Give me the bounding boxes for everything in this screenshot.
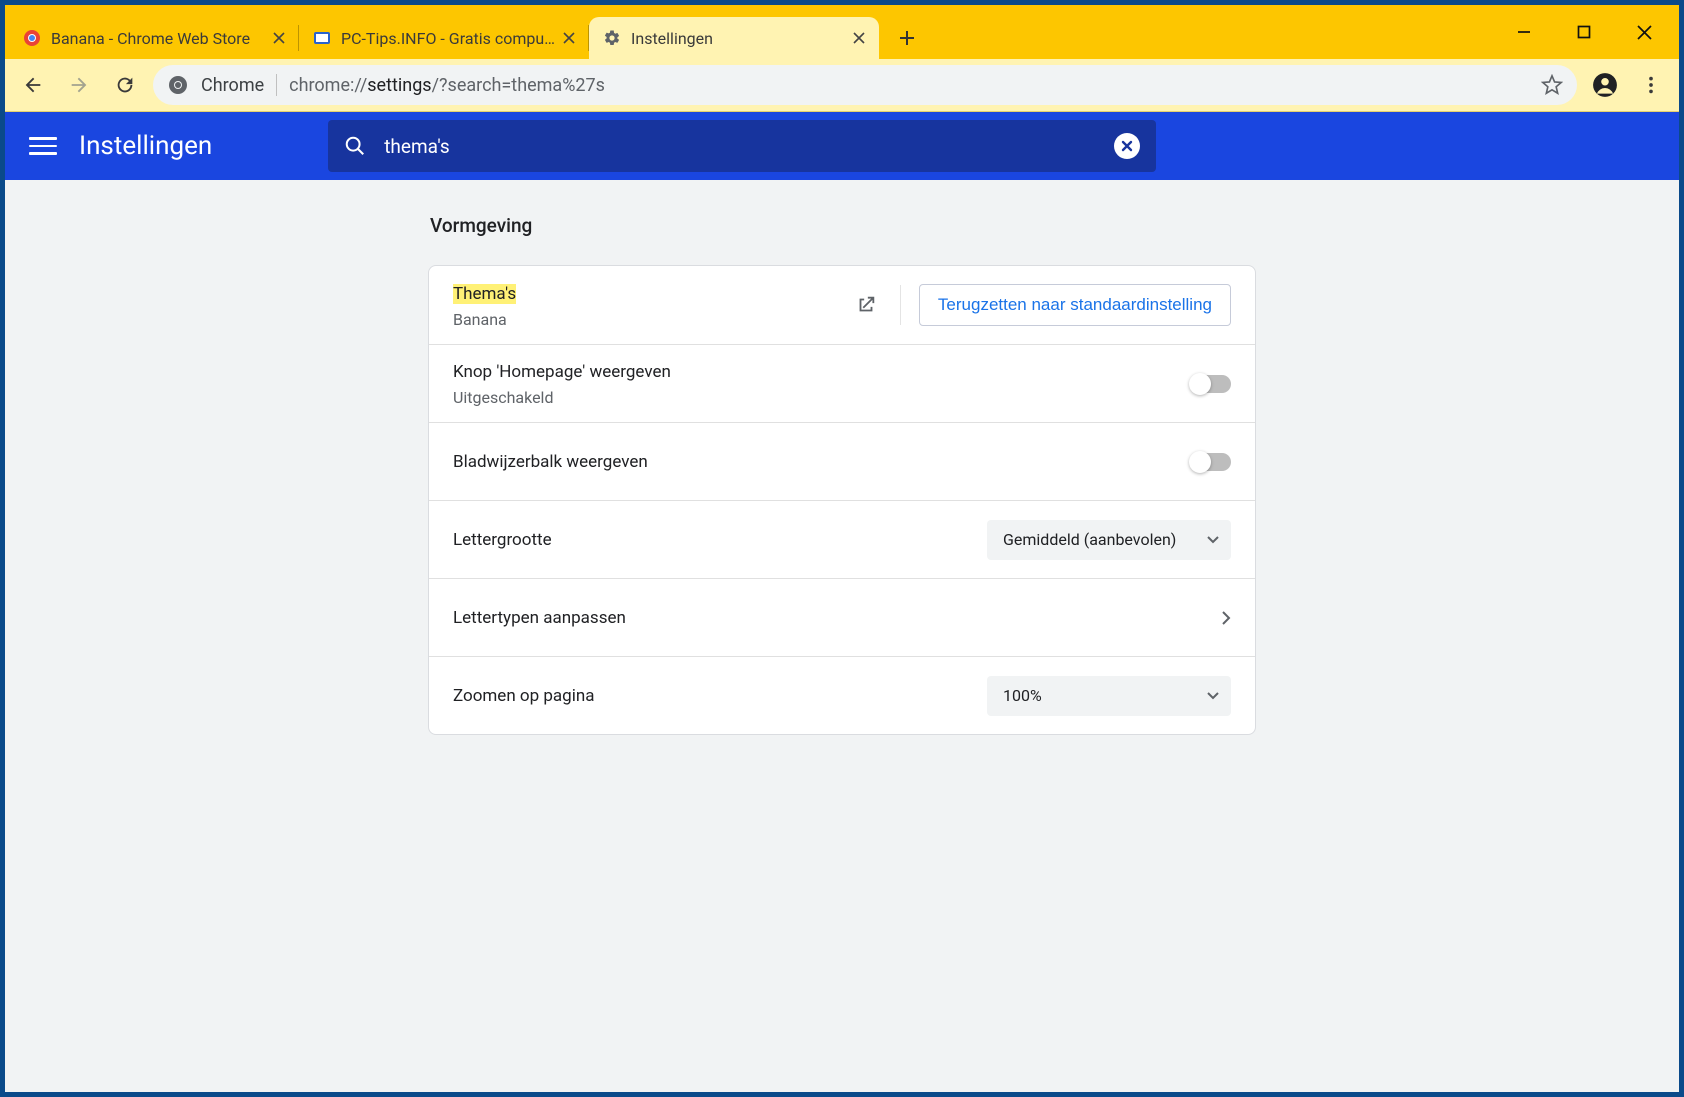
close-icon[interactable]	[851, 30, 867, 46]
clear-search-button[interactable]	[1114, 133, 1140, 159]
tab-pctips[interactable]: PC-Tips.INFO - Gratis computer t	[299, 17, 589, 59]
star-icon[interactable]	[1541, 74, 1563, 96]
window-controls	[1509, 5, 1673, 59]
hamburger-icon[interactable]	[29, 132, 57, 160]
maximize-button[interactable]	[1569, 17, 1599, 47]
tab-title: Instellingen	[631, 29, 845, 48]
font-size-label: Lettergrootte	[453, 528, 987, 552]
close-icon[interactable]	[561, 30, 577, 46]
bookmarks-bar-row: Bladwijzerbalk weergeven	[429, 422, 1255, 500]
homepage-row: Knop 'Homepage' weergeven Uitgeschakeld	[429, 344, 1255, 422]
tab-title: Banana - Chrome Web Store	[51, 29, 265, 48]
reload-button[interactable]	[107, 67, 143, 103]
forward-button[interactable]	[61, 67, 97, 103]
bookmarks-bar-toggle[interactable]	[1191, 453, 1231, 471]
url-prefix: chrome://	[289, 75, 367, 96]
chevron-down-icon	[1207, 692, 1219, 700]
url-suffix: /?search=thema%27s	[432, 75, 605, 96]
tab-settings[interactable]: Instellingen	[589, 17, 879, 59]
close-icon[interactable]	[271, 30, 287, 46]
omnibox-label: Chrome	[201, 75, 264, 96]
font-size-row: Lettergrootte Gemiddeld (aanbevolen)	[429, 500, 1255, 578]
themes-row: Thema's Banana Terugzetten naar standaar…	[429, 266, 1255, 344]
themes-value: Banana	[453, 310, 842, 329]
favicon-chrome-store-icon	[23, 29, 41, 47]
page-zoom-row: Zoomen op pagina 100%	[429, 656, 1255, 734]
open-external-icon[interactable]	[842, 281, 890, 329]
omnibox-divider	[276, 74, 277, 96]
homepage-status: Uitgeschakeld	[453, 388, 1191, 407]
homepage-label: Knop 'Homepage' weergeven	[453, 360, 1191, 384]
tab-title: PC-Tips.INFO - Gratis computer t	[341, 29, 555, 48]
settings-title: Instellingen	[79, 131, 212, 161]
themes-label: Thema's	[453, 284, 516, 304]
settings-content: Vormgeving Thema's Banana Terugzetten na…	[5, 180, 1679, 1092]
back-button[interactable]	[15, 67, 51, 103]
chevron-right-icon	[1221, 611, 1231, 625]
gear-icon	[603, 29, 621, 47]
search-icon	[344, 135, 366, 157]
section-heading: Vormgeving	[430, 214, 1256, 237]
page-zoom-label: Zoomen op pagina	[453, 684, 987, 708]
close-window-button[interactable]	[1629, 17, 1659, 47]
menu-button[interactable]	[1633, 67, 1669, 103]
customize-fonts-label: Lettertypen aanpassen	[453, 606, 1221, 630]
favicon-pctips-icon	[313, 29, 331, 47]
chrome-icon	[167, 74, 189, 96]
browser-toolbar: Chrome chrome://settings/?search=thema%2…	[5, 59, 1679, 112]
page-zoom-select[interactable]: 100%	[987, 676, 1231, 716]
settings-header: Instellingen	[5, 112, 1679, 180]
vertical-divider	[900, 285, 901, 325]
tab-strip: Banana - Chrome Web Store PC-Tips.INFO -…	[5, 5, 1679, 59]
profile-button[interactable]	[1587, 67, 1623, 103]
homepage-toggle[interactable]	[1191, 375, 1231, 393]
bookmarks-bar-label: Bladwijzerbalk weergeven	[453, 450, 1191, 474]
chevron-down-icon	[1207, 536, 1219, 544]
url-bold: settings	[367, 75, 431, 96]
font-size-value: Gemiddeld (aanbevolen)	[1003, 530, 1176, 549]
new-tab-button[interactable]	[889, 20, 925, 56]
minimize-button[interactable]	[1509, 17, 1539, 47]
font-size-select[interactable]: Gemiddeld (aanbevolen)	[987, 520, 1231, 560]
tab-banana[interactable]: Banana - Chrome Web Store	[9, 17, 299, 59]
address-bar[interactable]: Chrome chrome://settings/?search=thema%2…	[153, 65, 1577, 105]
reset-theme-button[interactable]: Terugzetten naar standaardinstelling	[919, 284, 1231, 326]
customize-fonts-row[interactable]: Lettertypen aanpassen	[429, 578, 1255, 656]
page-zoom-value: 100%	[1003, 686, 1042, 705]
settings-search[interactable]	[328, 120, 1156, 172]
settings-search-input[interactable]	[384, 135, 1096, 158]
appearance-card: Thema's Banana Terugzetten naar standaar…	[428, 265, 1256, 735]
omnibox-url: chrome://settings/?search=thema%27s	[289, 75, 605, 96]
